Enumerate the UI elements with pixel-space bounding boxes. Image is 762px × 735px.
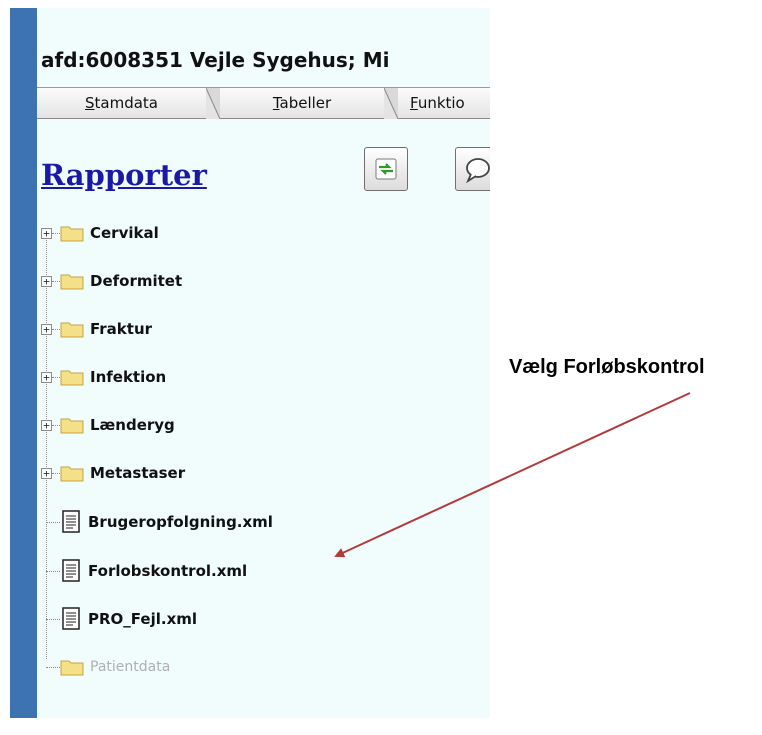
annotation-arrow bbox=[334, 392, 691, 558]
